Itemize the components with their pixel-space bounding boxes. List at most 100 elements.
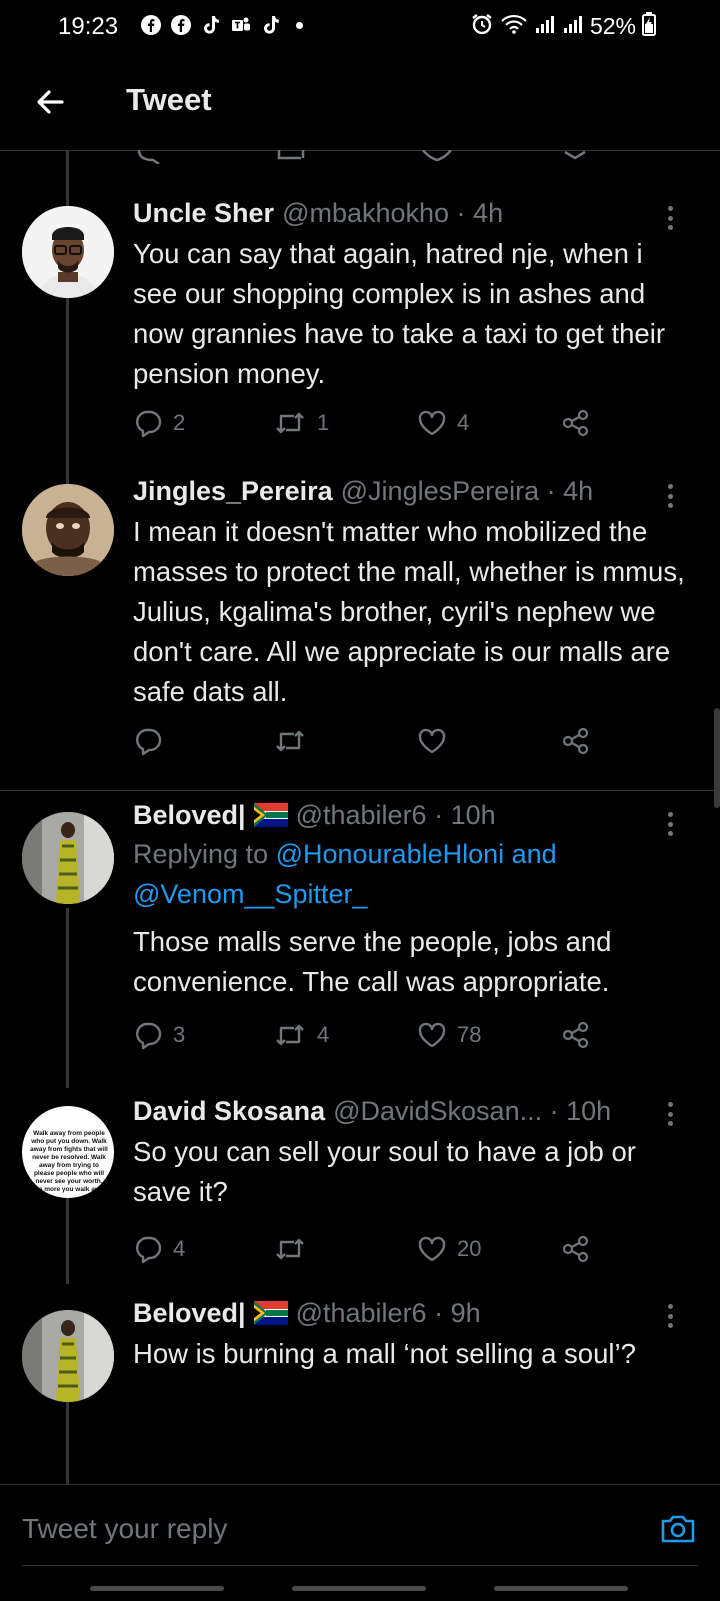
avatar[interactable] <box>22 812 114 904</box>
handle-time: @mbakhokho · 4h <box>282 198 504 228</box>
avatar[interactable] <box>22 484 114 576</box>
facebook-icon <box>170 14 192 36</box>
avatar-quote-text: Walk away from people who put you down. … <box>30 1130 108 1193</box>
notification-icons <box>140 14 303 36</box>
tweet[interactable]: Walk away from people who put you down. … <box>0 1096 720 1294</box>
scrollbar-thumb[interactable] <box>714 708 720 808</box>
more-options-button[interactable] <box>660 484 680 508</box>
retweet-button[interactable] <box>273 1234 317 1264</box>
display-name[interactable]: Uncle Sher <box>133 196 274 230</box>
reply-button[interactable]: 2 <box>133 408 185 438</box>
avatar[interactable] <box>22 1310 114 1402</box>
tiktok-icon <box>260 14 282 36</box>
display-name[interactable]: Beloved| <box>133 798 246 832</box>
retweet-button[interactable]: 4 <box>273 1020 329 1050</box>
share-button[interactable] <box>561 726 591 756</box>
reply-icon <box>136 728 162 756</box>
share-icon <box>562 1021 589 1049</box>
reply-count: 2 <box>173 410 186 435</box>
display-name[interactable]: Jingles_Pereira <box>133 474 333 508</box>
system-nav-bar <box>0 1584 720 1600</box>
tweet-text: Those malls serve the people, jobs and c… <box>133 926 612 997</box>
retweet-button[interactable]: 1 <box>273 408 329 438</box>
avatar[interactable] <box>22 206 114 298</box>
like-button[interactable]: 20 <box>417 1234 481 1264</box>
reply-count: 3 <box>173 1022 186 1047</box>
teams-icon <box>230 14 252 36</box>
more-options-button[interactable] <box>660 206 680 230</box>
south-africa-flag-icon <box>253 1301 288 1325</box>
tweet-actions: 4 20 <box>133 1234 603 1274</box>
handle-time: @thabiler6 · 9h <box>295 1298 481 1328</box>
reply-input-underline <box>22 1565 698 1566</box>
retweet-icon <box>276 730 304 752</box>
previous-tweet-actions <box>133 150 603 164</box>
display-name[interactable]: David Skosana <box>133 1094 325 1128</box>
retweet-icon <box>276 1024 304 1046</box>
share-icon <box>562 1235 589 1263</box>
signal-icon <box>534 13 556 40</box>
share-icon <box>562 409 589 437</box>
share-button[interactable] <box>561 408 591 438</box>
tweet-actions <box>133 726 603 766</box>
nav-home-button[interactable] <box>292 1586 426 1591</box>
battery-icon <box>642 12 656 41</box>
more-notifications-dot <box>296 21 303 29</box>
alarm-icon <box>470 12 494 41</box>
page-title: Tweet <box>126 82 212 117</box>
wifi-icon <box>500 12 528 41</box>
replying-to: Replying to @HonourableHloni and @Venom_… <box>133 834 690 914</box>
like-count: 4 <box>457 410 470 435</box>
tweet-actions: 3 4 78 <box>133 1020 603 1060</box>
camera-button[interactable] <box>658 1509 698 1549</box>
tweet-text: I mean it doesn't matter who mobilized t… <box>133 516 685 707</box>
share-button[interactable] <box>561 1020 591 1050</box>
reply-icon <box>136 410 162 438</box>
tweet-text: You can say that again, hatred nje, when… <box>133 238 665 389</box>
handle-time: @DavidSkosan... · 10h <box>333 1096 612 1126</box>
avatar[interactable]: Walk away from people who put you down. … <box>22 1106 114 1198</box>
handle-time: @thabiler6 · 10h <box>295 800 496 830</box>
heart-icon <box>418 1022 446 1048</box>
more-options-button[interactable] <box>660 1304 680 1328</box>
display-name[interactable]: Beloved| <box>133 1296 246 1330</box>
like-button[interactable]: 78 <box>417 1020 481 1050</box>
facebook-icon <box>140 14 162 36</box>
retweet-button[interactable] <box>273 726 317 756</box>
replying-to-label: Replying to <box>133 839 276 869</box>
share-button[interactable] <box>561 1234 591 1264</box>
status-bar: 19:23 52% <box>0 0 720 56</box>
arrow-left-icon <box>37 90 64 114</box>
nav-recent-button[interactable] <box>90 1586 224 1591</box>
back-button[interactable] <box>30 82 70 122</box>
heart-icon <box>418 728 446 754</box>
status-time: 19:23 <box>58 13 119 40</box>
signal-icon <box>562 13 584 40</box>
south-africa-flag-icon <box>253 803 288 827</box>
more-options-button[interactable] <box>660 1102 680 1126</box>
retweet-count: 4 <box>317 1022 330 1047</box>
reply-icon <box>136 1022 162 1050</box>
like-button[interactable]: 4 <box>417 408 469 438</box>
tweet[interactable]: Uncle Sher @mbakhokho · 4h You can say t… <box>0 196 720 476</box>
retweet-count: 1 <box>317 410 330 435</box>
tweet[interactable]: Beloved| @thabiler6 · 10h Replying to @H… <box>0 798 720 1088</box>
more-options-button[interactable] <box>660 812 680 836</box>
tweet-actions: 2 1 4 <box>133 408 603 448</box>
reply-button[interactable] <box>133 726 173 756</box>
reply-button[interactable]: 3 <box>133 1020 185 1050</box>
share-icon <box>562 727 589 755</box>
tiktok-icon <box>200 14 222 36</box>
reply-input[interactable]: Tweet your reply <box>22 1513 227 1545</box>
like-button[interactable] <box>417 726 457 756</box>
tweet[interactable]: Beloved| @thabiler6 · 9h How is burning … <box>0 1298 720 1484</box>
reply-count: 4 <box>173 1236 186 1261</box>
reply-button[interactable]: 4 <box>133 1234 185 1264</box>
top-app-bar: Tweet <box>0 56 720 151</box>
heart-icon <box>418 410 446 436</box>
reply-icon <box>136 1236 162 1264</box>
nav-back-button[interactable] <box>494 1586 628 1591</box>
camera-icon <box>661 1515 695 1543</box>
handle-time: @JinglesPereira · 4h <box>340 476 594 506</box>
tweet[interactable]: Jingles_Pereira @JinglesPereira · 4h I m… <box>0 474 720 790</box>
